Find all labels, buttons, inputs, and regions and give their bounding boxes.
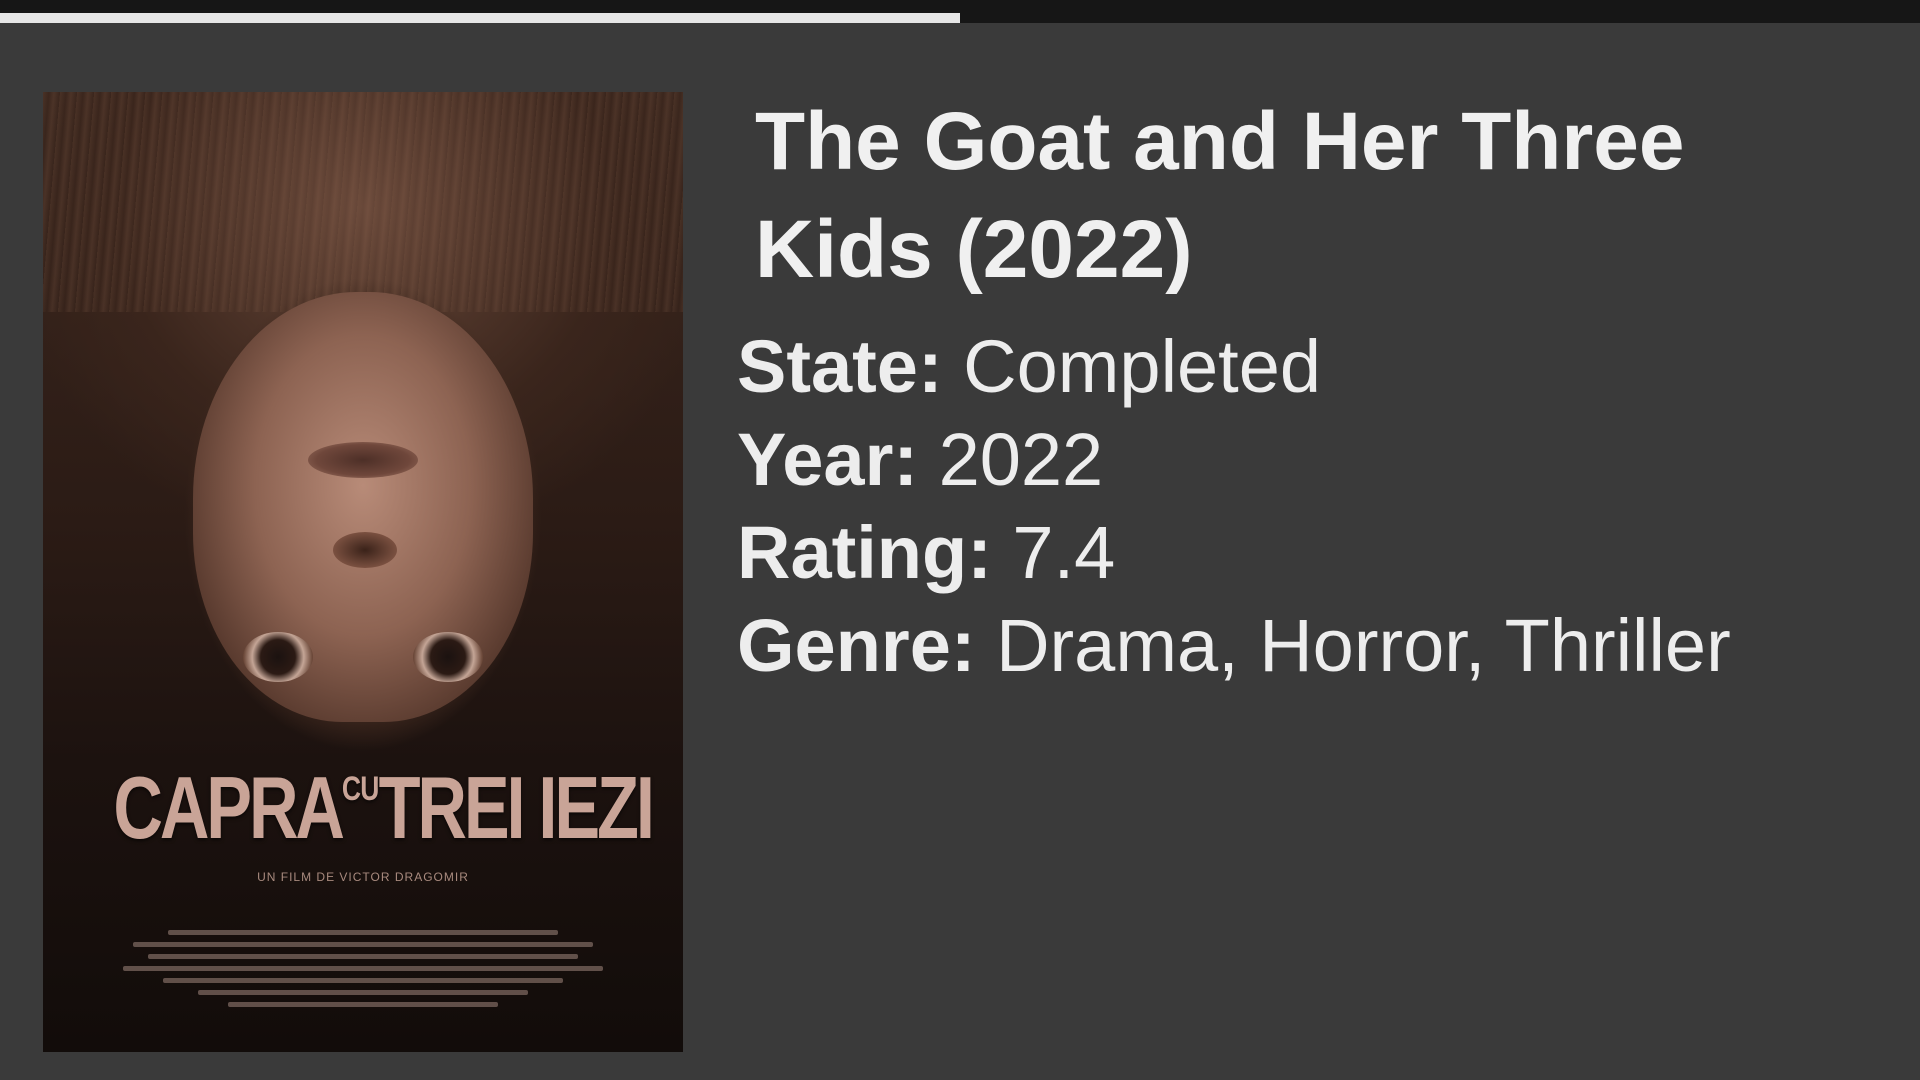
meta-key: Genre: [737,604,976,687]
poster-eye-left [243,632,313,682]
credit-line [198,990,528,995]
poster-credit: UN FILM DE VICTOR DRAGOMIR [257,870,469,884]
movie-detail-screen: CAPRACUTREI IEZI UN FILM DE VICTOR DRAGO… [0,0,1920,1080]
meta-value: 2022 [938,418,1104,501]
meta-row-year: Year: 2022 [737,413,1837,506]
poster-title-main: CAPRA [113,758,345,857]
progress-fill [0,13,960,23]
meta-row-genre: Genre: Drama, Horror, Thriller [737,599,1837,692]
meta-value: Completed [963,325,1322,408]
meta-value: 7.4 [1012,511,1116,594]
movie-meta: State: Completed Year: 2022 Rating: 7.4 … [737,320,1837,692]
movie-info-panel: The Goat and Her Three Kids (2022) State… [737,88,1837,692]
poster-nose [333,532,397,568]
credit-line [163,978,563,983]
poster-title: CAPRACUTREI IEZI [113,757,655,859]
movie-title: The Goat and Her Three Kids (2022) [755,96,1685,295]
credit-line [228,1002,498,1007]
loading-progress-bar [0,0,1920,23]
meta-value: Drama, Horror, Thriller [996,604,1731,687]
credit-line [133,942,593,947]
poster-credit-block [113,930,613,1014]
credit-line [148,954,578,959]
poster-eye-right [413,632,483,682]
meta-key: Year: [737,418,919,501]
poster-hair [43,92,683,312]
meta-key: Rating: [737,511,992,594]
meta-key: State: [737,325,943,408]
meta-row-rating: Rating: 7.4 [737,506,1837,599]
movie-poster[interactable]: CAPRACUTREI IEZI UN FILM DE VICTOR DRAGO… [43,92,683,1052]
meta-row-state: State: Completed [737,320,1837,413]
poster-title-end: TREI IEZI [378,758,655,857]
poster-mouth [308,442,418,478]
credit-line [168,930,558,935]
poster-title-small: CU [341,770,380,808]
credit-line [123,966,603,971]
